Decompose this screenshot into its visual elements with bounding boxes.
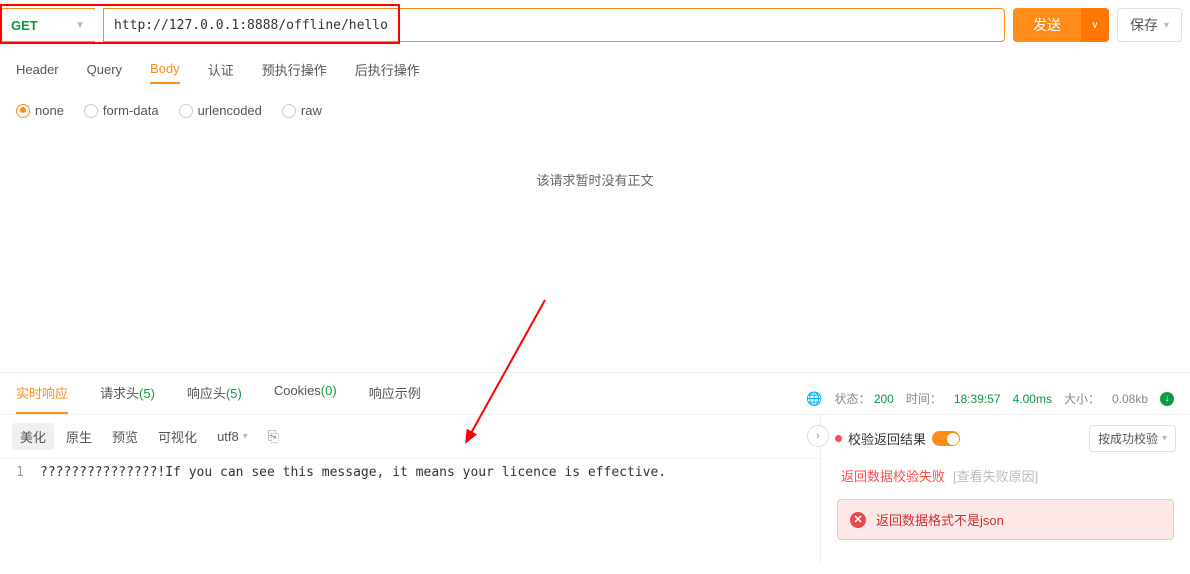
body-opt-urlencoded[interactable]: urlencoded xyxy=(179,103,262,118)
radio-label: none xyxy=(35,103,64,118)
chevron-down-icon: ▾ xyxy=(1164,20,1169,31)
send-button[interactable]: 发送 ∨ xyxy=(1013,8,1109,42)
body-opt-none[interactable]: none xyxy=(16,103,64,118)
error-icon: ✕ xyxy=(850,512,866,528)
response-tabs-row: 实时响应 请求头(5) 响应头(5) Cookies(0) 响应示例 🌐 状态：… xyxy=(0,373,1190,415)
status-dot-icon xyxy=(835,435,842,442)
resp-tab-request-headers[interactable]: 请求头(5) xyxy=(100,383,155,414)
save-button-label: 保存 xyxy=(1130,15,1158,35)
url-input[interactable] xyxy=(103,8,1005,42)
download-icon[interactable]: ↓ xyxy=(1160,392,1174,406)
radio-label: urlencoded xyxy=(198,103,262,118)
resp-tab-realtime[interactable]: 实时响应 xyxy=(16,383,68,414)
response-tabs: 实时响应 请求头(5) 响应头(5) Cookies(0) 响应示例 xyxy=(16,383,421,414)
chevron-down-icon: ▾ xyxy=(1162,433,1167,444)
status-timestamp: 18:39:57 xyxy=(954,392,1001,406)
status-duration: 4.00ms xyxy=(1013,392,1052,406)
encoding-select[interactable]: utf8 ▾ xyxy=(209,425,256,448)
no-body-message: 该请求暂时没有正文 xyxy=(0,130,1190,269)
verify-header: 校验返回结果 按成功校验 ▾ xyxy=(821,415,1190,462)
send-dropdown-icon[interactable]: ∨ xyxy=(1081,8,1109,42)
verify-mode-select[interactable]: 按成功校验 ▾ xyxy=(1089,425,1176,452)
resp-tab-response-headers[interactable]: 响应头(5) xyxy=(187,383,242,414)
radio-label: raw xyxy=(301,103,322,118)
response-verify-panel: › 校验返回结果 按成功校验 ▾ 返回数据校验失败 [查看失败原因] ✕ 返回数… xyxy=(820,415,1190,565)
line-number: 1 xyxy=(0,465,40,480)
tool-pretty[interactable]: 美化 xyxy=(12,423,54,450)
body-opt-raw[interactable]: raw xyxy=(282,103,322,118)
error-message: 返回数据格式不是json xyxy=(876,510,1004,529)
radio-icon xyxy=(84,104,98,118)
tool-raw[interactable]: 原生 xyxy=(58,423,100,450)
status-size: 0.08kb xyxy=(1112,392,1148,406)
verify-fail-row: 返回数据校验失败 [查看失败原因] xyxy=(821,462,1190,495)
code-line: 1 ???????????????!If you can see this me… xyxy=(0,459,820,486)
resp-tab-example[interactable]: 响应示例 xyxy=(369,383,421,414)
copy-icon[interactable]: ⎘ xyxy=(268,428,279,445)
response-body-row: 美化 原生 预览 可视化 utf8 ▾ ⎘ 1 ???????????????!… xyxy=(0,415,1190,565)
view-reason-link[interactable]: [查看失败原因] xyxy=(953,466,1038,485)
verify-title: 校验返回结果 xyxy=(848,429,926,448)
tab-pre-script[interactable]: 预执行操作 xyxy=(262,60,327,85)
http-method-label: GET xyxy=(11,18,38,33)
response-left-panel: 美化 原生 预览 可视化 utf8 ▾ ⎘ 1 ???????????????!… xyxy=(0,415,820,565)
globe-icon: 🌐 xyxy=(806,391,822,407)
response-section: 实时响应 请求头(5) 响应头(5) Cookies(0) 响应示例 🌐 状态：… xyxy=(0,372,1190,574)
tab-query[interactable]: Query xyxy=(87,62,122,83)
verify-fail-msg: 返回数据校验失败 xyxy=(841,466,945,485)
tool-preview[interactable]: 预览 xyxy=(104,423,146,450)
save-button[interactable]: 保存 ▾ xyxy=(1117,8,1182,42)
body-opt-formdata[interactable]: form-data xyxy=(84,103,159,118)
code-text: ???????????????!If you can see this mess… xyxy=(40,465,820,480)
send-button-label: 发送 xyxy=(1013,15,1081,35)
tab-auth[interactable]: 认证 xyxy=(208,60,234,85)
scroll-right-icon[interactable]: › xyxy=(807,425,829,447)
chevron-down-icon: ▼ xyxy=(75,20,85,31)
tab-body[interactable]: Body xyxy=(150,61,180,84)
http-method-select[interactable]: GET ▼ xyxy=(0,8,95,42)
resp-tab-cookies[interactable]: Cookies(0) xyxy=(274,383,337,414)
tab-post-script[interactable]: 后执行操作 xyxy=(355,60,420,85)
response-toolbar: 美化 原生 预览 可视化 utf8 ▾ ⎘ xyxy=(0,415,820,459)
radio-icon xyxy=(179,104,193,118)
chevron-down-icon: ▾ xyxy=(243,431,248,442)
tab-header[interactable]: Header xyxy=(16,62,59,83)
request-bar: GET ▼ 发送 ∨ 保存 ▾ xyxy=(0,0,1190,50)
tool-visualize[interactable]: 可视化 xyxy=(150,423,205,450)
response-status: 🌐 状态： 200 时间： 18:39:57 4.00ms 大小： 0.08kb… xyxy=(806,390,1174,407)
body-type-options: none form-data urlencoded raw xyxy=(0,95,1190,130)
radio-icon xyxy=(282,104,296,118)
request-tabs: Header Query Body 认证 预执行操作 后执行操作 xyxy=(0,50,1190,95)
status-code: 200 xyxy=(874,392,894,406)
radio-icon xyxy=(16,104,30,118)
verify-toggle[interactable] xyxy=(932,431,960,446)
error-banner: ✕ 返回数据格式不是json xyxy=(837,499,1174,540)
radio-label: form-data xyxy=(103,103,159,118)
